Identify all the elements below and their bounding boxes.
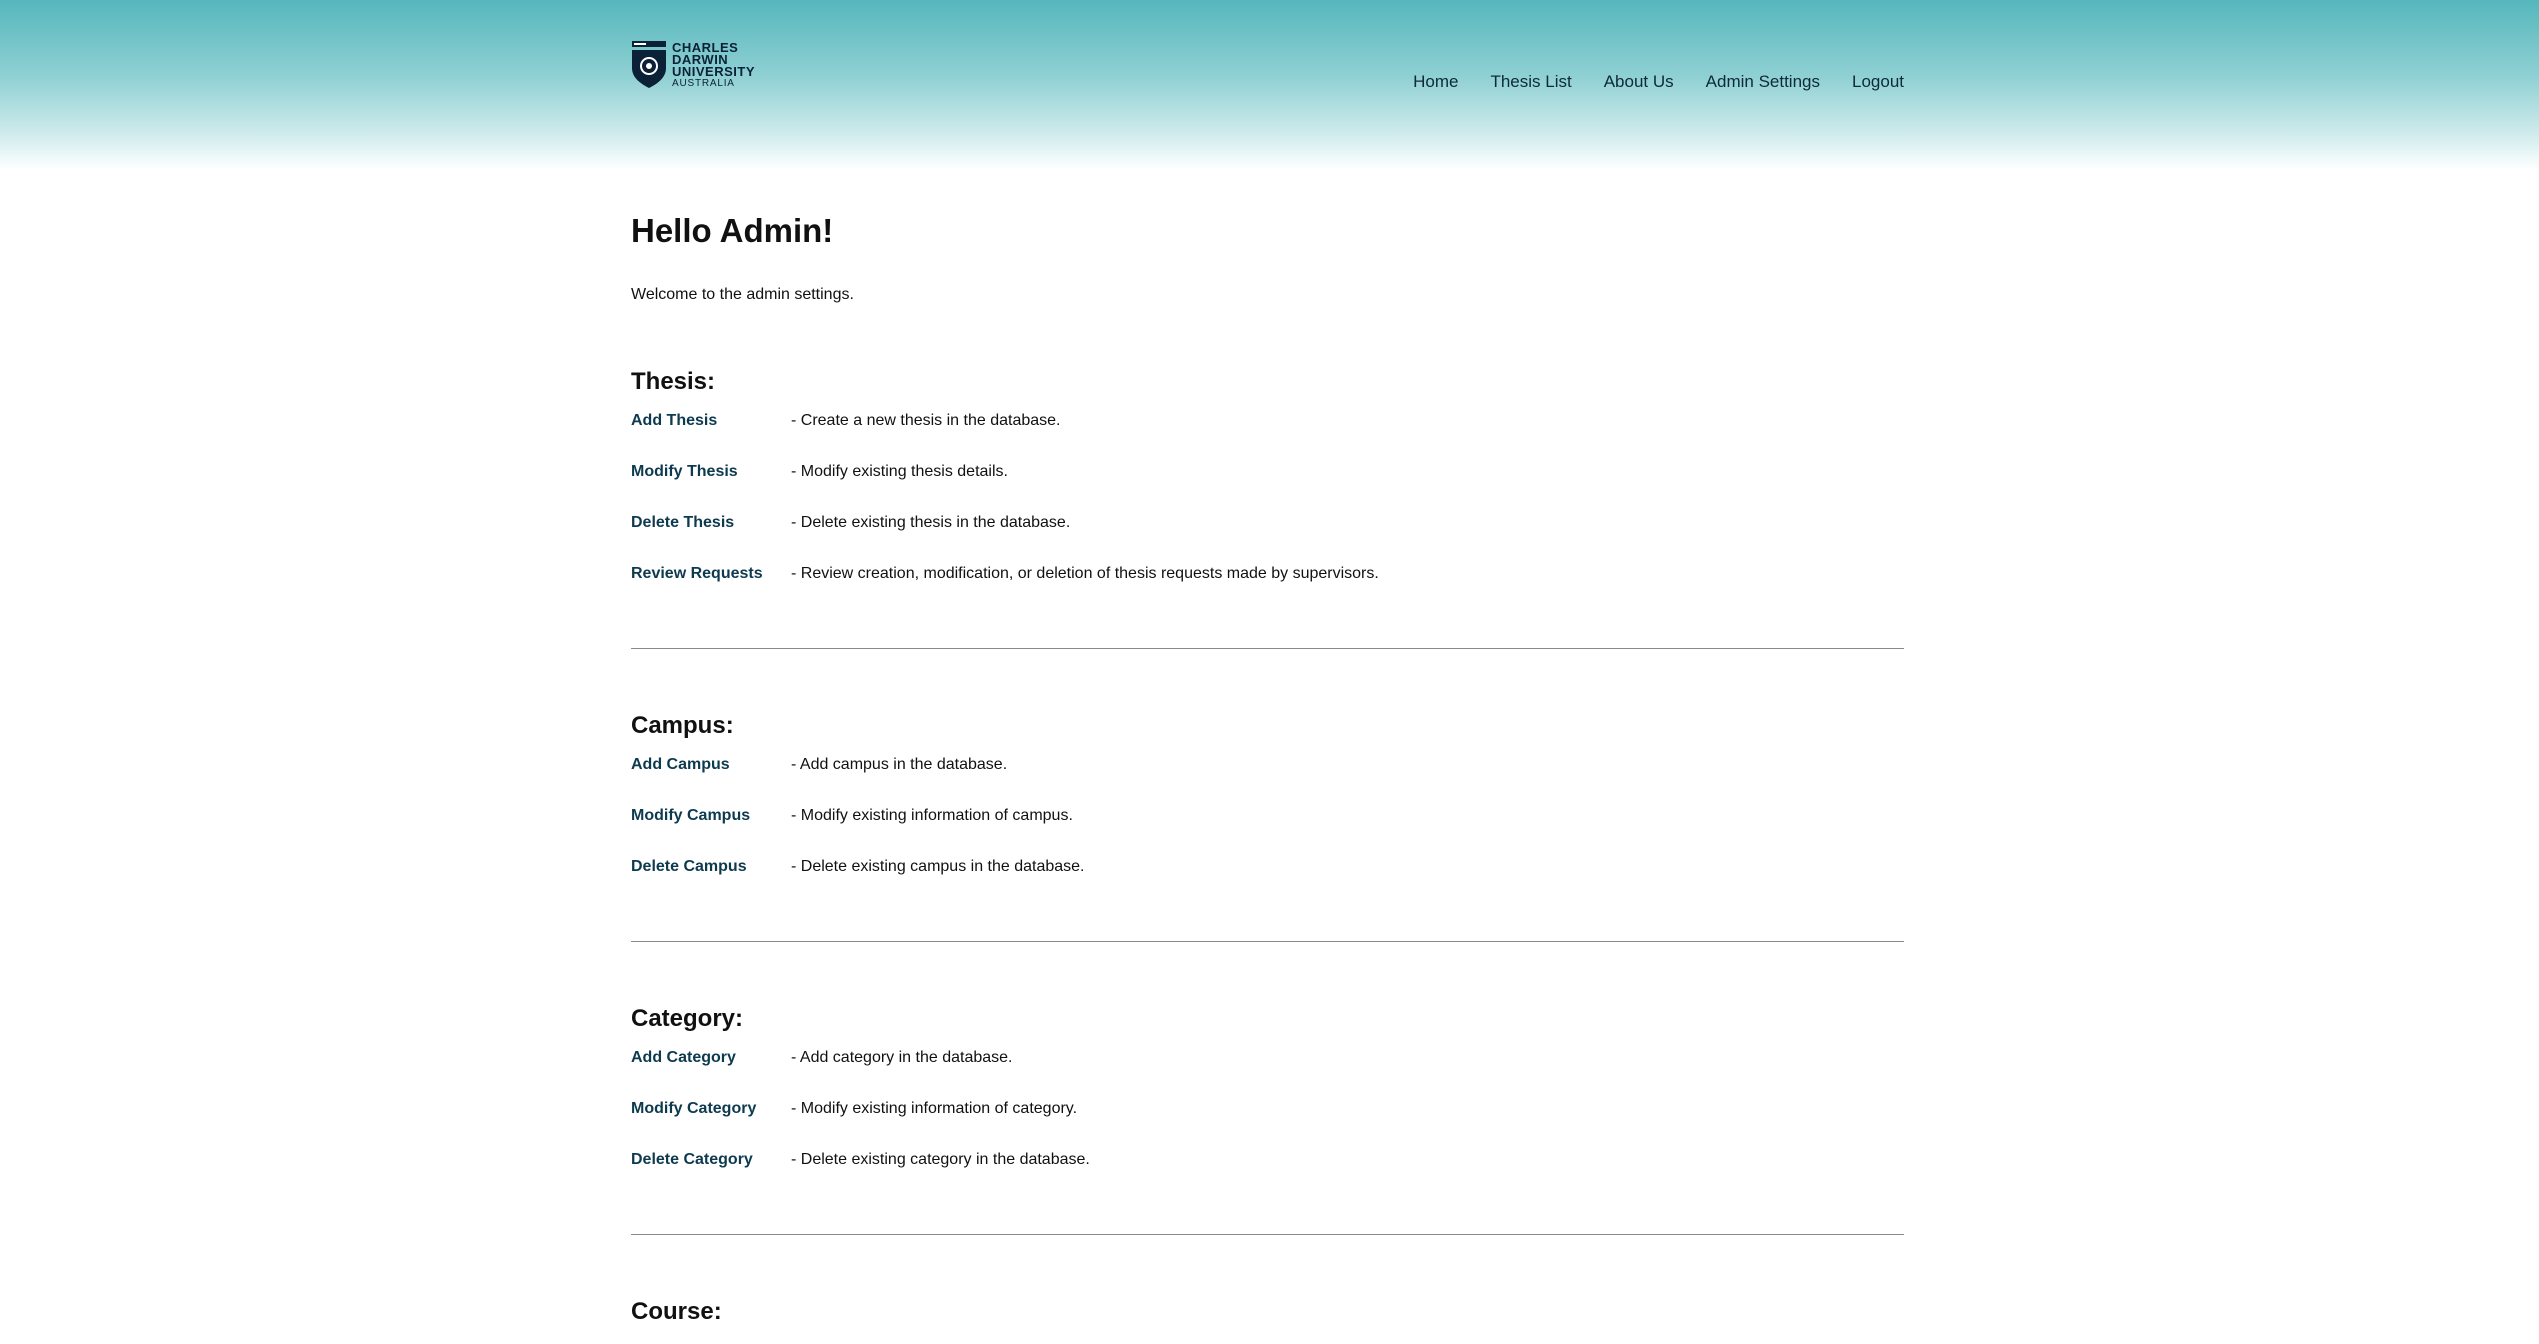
review-requests-link[interactable]: Review Requests xyxy=(631,565,791,583)
row-description: - Add campus in the database. xyxy=(791,756,1008,773)
cdu-logo[interactable]: CHARLES DARWIN UNIVERSITY AUSTRALIA xyxy=(631,40,755,90)
list-item: Add Category - Add category in the datab… xyxy=(631,1047,1012,1069)
list-item: Delete Campus - Delete existing campus i… xyxy=(631,856,1085,878)
list-item: Add Thesis - Create a new thesis in the … xyxy=(631,410,1061,432)
list-item: Modify Campus - Modify existing informat… xyxy=(631,805,1073,827)
row-description: - Review creation, modification, or dele… xyxy=(791,565,1379,582)
row-description: - Delete existing campus in the database… xyxy=(791,858,1085,875)
row-description: - Delete existing thesis in the database… xyxy=(791,514,1071,531)
thesis-section-title: Thesis: xyxy=(631,368,716,395)
row-description: - Modify existing thesis details. xyxy=(791,463,1008,480)
list-item: Modify Thesis - Modify existing thesis d… xyxy=(631,461,1008,483)
list-item: Add Campus - Add campus in the database. xyxy=(631,754,1007,776)
category-section-title: Category: xyxy=(631,1005,744,1032)
nav-admin-settings[interactable]: Admin Settings xyxy=(1706,72,1820,92)
row-description: - Delete existing category in the databa… xyxy=(791,1151,1090,1168)
list-item: Modify Category - Modify existing inform… xyxy=(631,1098,1077,1120)
course-section-title: Course: xyxy=(631,1298,722,1325)
modify-campus-link[interactable]: Modify Campus xyxy=(631,807,791,825)
row-description: - Add category in the database. xyxy=(791,1049,1013,1066)
add-campus-link[interactable]: Add Campus xyxy=(631,756,791,774)
logo-line3: UNIVERSITY xyxy=(672,63,756,79)
list-item: Delete Category - Delete existing catego… xyxy=(631,1149,1090,1171)
row-description: - Modify existing information of categor… xyxy=(791,1100,1078,1117)
delete-thesis-link[interactable]: Delete Thesis xyxy=(631,514,791,532)
nav-logout[interactable]: Logout xyxy=(1852,72,1904,92)
section-divider xyxy=(631,648,1904,649)
section-divider xyxy=(631,1234,1904,1235)
add-thesis-link[interactable]: Add Thesis xyxy=(631,412,791,430)
delete-campus-link[interactable]: Delete Campus xyxy=(631,858,791,876)
modify-category-link[interactable]: Modify Category xyxy=(631,1100,791,1118)
logo-line4: AUSTRALIA xyxy=(672,77,735,89)
add-category-link[interactable]: Add Category xyxy=(631,1049,791,1067)
list-item: Delete Thesis - Delete existing thesis i… xyxy=(631,512,1070,534)
nav-about-us[interactable]: About Us xyxy=(1604,72,1674,92)
nav-home[interactable]: Home xyxy=(1413,72,1458,92)
page-title: Hello Admin! xyxy=(631,212,834,249)
list-item: Review Requests - Review creation, modif… xyxy=(631,563,1379,585)
row-description: - Modify existing information of campus. xyxy=(791,807,1073,824)
modify-thesis-link[interactable]: Modify Thesis xyxy=(631,463,791,481)
nav-thesis-list[interactable]: Thesis List xyxy=(1490,72,1571,92)
main-nav: Home Thesis List About Us Admin Settings… xyxy=(1381,72,1904,92)
site-header: CHARLES DARWIN UNIVERSITY AUSTRALIA Home… xyxy=(0,0,2539,170)
welcome-text: Welcome to the admin settings. xyxy=(631,286,854,303)
logo-wordmark: CHARLES DARWIN UNIVERSITY AUSTRALIA xyxy=(672,41,756,89)
campus-section-title: Campus: xyxy=(631,712,734,739)
row-description: - Create a new thesis in the database. xyxy=(791,412,1061,429)
page: CHARLES DARWIN UNIVERSITY AUSTRALIA Home… xyxy=(0,0,2539,1344)
shield-crest-icon xyxy=(632,41,666,88)
section-divider xyxy=(631,941,1904,942)
delete-category-link[interactable]: Delete Category xyxy=(631,1151,791,1169)
